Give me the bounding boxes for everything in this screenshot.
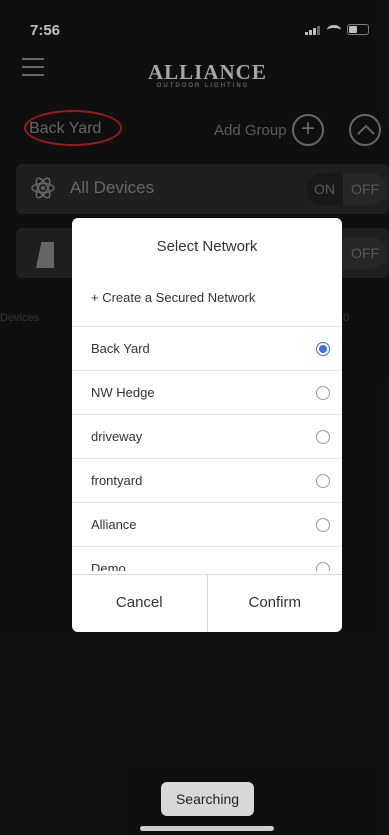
network-item[interactable]: Back Yard (72, 326, 342, 370)
radio-icon[interactable] (316, 562, 330, 571)
create-secured-network-link[interactable]: + Create a Secured Network (91, 290, 255, 305)
network-item[interactable]: Alliance (72, 502, 342, 546)
network-label: Back Yard (91, 341, 150, 356)
select-network-dialog: Select Network + Create a Secured Networ… (72, 218, 342, 632)
searching-button[interactable]: Searching (161, 782, 254, 816)
radio-selected-icon[interactable] (316, 342, 330, 356)
dialog-title: Select Network (156, 238, 258, 255)
cancel-button[interactable]: Cancel (72, 575, 208, 632)
network-label: Demo (91, 561, 126, 571)
network-item[interactable]: NW Hedge (72, 370, 342, 414)
radio-icon[interactable] (316, 430, 330, 444)
radio-icon[interactable] (316, 518, 330, 532)
network-item[interactable]: Demo (72, 546, 342, 571)
home-indicator[interactable] (140, 826, 274, 831)
radio-icon[interactable] (316, 386, 330, 400)
network-label: Alliance (91, 517, 137, 532)
network-item[interactable]: driveway (72, 414, 342, 458)
radio-icon[interactable] (316, 474, 330, 488)
network-label: NW Hedge (91, 385, 155, 400)
dialog-actions: Cancel Confirm (72, 574, 342, 632)
confirm-button[interactable]: Confirm (208, 575, 343, 632)
network-list[interactable]: Back Yard NW Hedge driveway frontyard Al… (72, 326, 342, 571)
network-label: driveway (91, 429, 143, 444)
network-label: frontyard (91, 473, 143, 488)
network-item[interactable]: frontyard (72, 458, 342, 502)
